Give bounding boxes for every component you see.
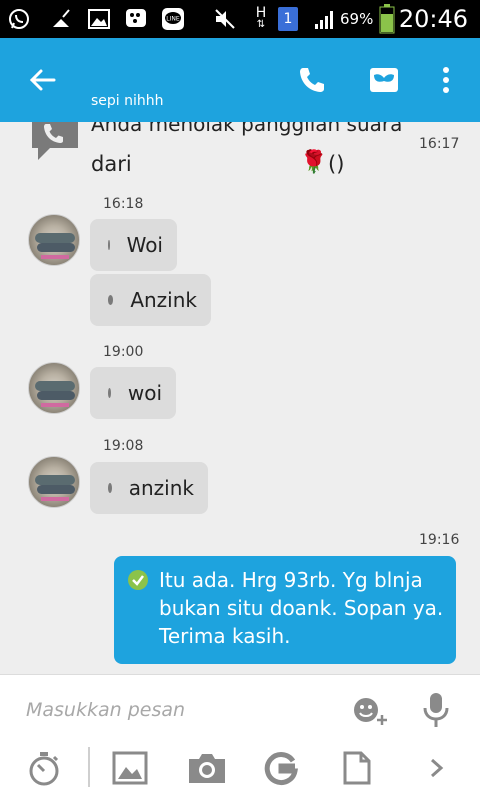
incoming-message[interactable]: woi — [90, 367, 176, 419]
whatsapp-icon — [6, 7, 32, 31]
delivered-check-icon — [128, 570, 148, 590]
timer-icon[interactable] — [26, 751, 62, 786]
gallery-icon — [86, 7, 112, 31]
sent-dot — [108, 240, 110, 250]
svg-text:LINE: LINE — [166, 16, 180, 23]
mute-icon — [212, 7, 238, 31]
message-text: Anzink — [130, 288, 197, 312]
system-message-line2: dari — [91, 152, 132, 176]
mask-icon[interactable] — [368, 64, 400, 96]
chat-subtitle: sepi nihhh — [91, 93, 164, 109]
battery-icon — [378, 4, 396, 34]
emoji-add-icon[interactable] — [352, 695, 388, 727]
rose-emoji: 🌹 — [300, 150, 328, 175]
sim-icon: 1 — [278, 7, 298, 31]
avatar[interactable] — [28, 362, 80, 414]
toolbar-divider — [88, 747, 90, 787]
broom-icon — [48, 7, 74, 31]
message-input[interactable]: Masukkan pesan — [26, 699, 326, 721]
outgoing-message[interactable]: Itu ada. Hrg 93rb. Yg blnja bukan situ d… — [114, 556, 456, 664]
chat-area[interactable]: Anda menolak panggilan suara dari 🌹 () 1… — [0, 122, 480, 674]
mic-icon[interactable] — [422, 692, 450, 728]
sent-dot — [108, 483, 112, 493]
missed-call-icon — [30, 122, 80, 162]
overflow-menu-icon[interactable] — [438, 64, 454, 96]
message-text: Woi — [126, 233, 163, 257]
incoming-message[interactable]: anzink — [90, 462, 208, 514]
chevron-right-icon[interactable] — [428, 751, 446, 785]
system-message-line1: Anda menolak panggilan suara — [91, 122, 403, 136]
avatar[interactable] — [28, 214, 80, 266]
image-icon[interactable] — [112, 751, 148, 785]
system-message-paren: () — [328, 152, 345, 176]
message-text: Itu ada. Hrg 93rb. Yg blnja bukan situ d… — [159, 568, 444, 648]
app-bar: sepi nihhh — [0, 38, 480, 122]
document-icon[interactable] — [343, 751, 371, 785]
message-time: 16:18 — [103, 196, 144, 212]
incoming-message[interactable]: Woi — [90, 219, 177, 271]
signal-icon — [312, 7, 338, 31]
status-bar: LINE H ⇅ 1 69% 20:46 — [0, 0, 480, 38]
avatar[interactable] — [28, 456, 80, 508]
network-label: H — [255, 5, 267, 21]
status-clock: 20:46 — [398, 5, 468, 33]
bbm-icon — [123, 7, 149, 31]
sent-dot — [108, 295, 114, 305]
sim-badge: 1 — [283, 11, 293, 27]
google-icon[interactable] — [263, 751, 299, 786]
composer: Masukkan pesan — [0, 674, 480, 800]
message-time: 19:08 — [103, 438, 144, 454]
line-icon: LINE — [160, 7, 186, 31]
phone-icon[interactable] — [296, 64, 328, 96]
sent-dot — [108, 388, 111, 398]
outgoing-message-time: 19:16 — [419, 532, 460, 548]
message-text: anzink — [128, 476, 194, 500]
incoming-message[interactable]: Anzink — [90, 274, 211, 326]
network-h-icon: H ⇅ — [255, 5, 267, 30]
message-time: 19:00 — [103, 344, 144, 360]
camera-icon[interactable] — [187, 751, 227, 785]
message-text: woi — [127, 381, 162, 405]
battery-percent: 69% — [340, 10, 374, 28]
back-arrow-icon[interactable] — [28, 66, 56, 94]
system-message-time: 16:17 — [419, 136, 460, 152]
